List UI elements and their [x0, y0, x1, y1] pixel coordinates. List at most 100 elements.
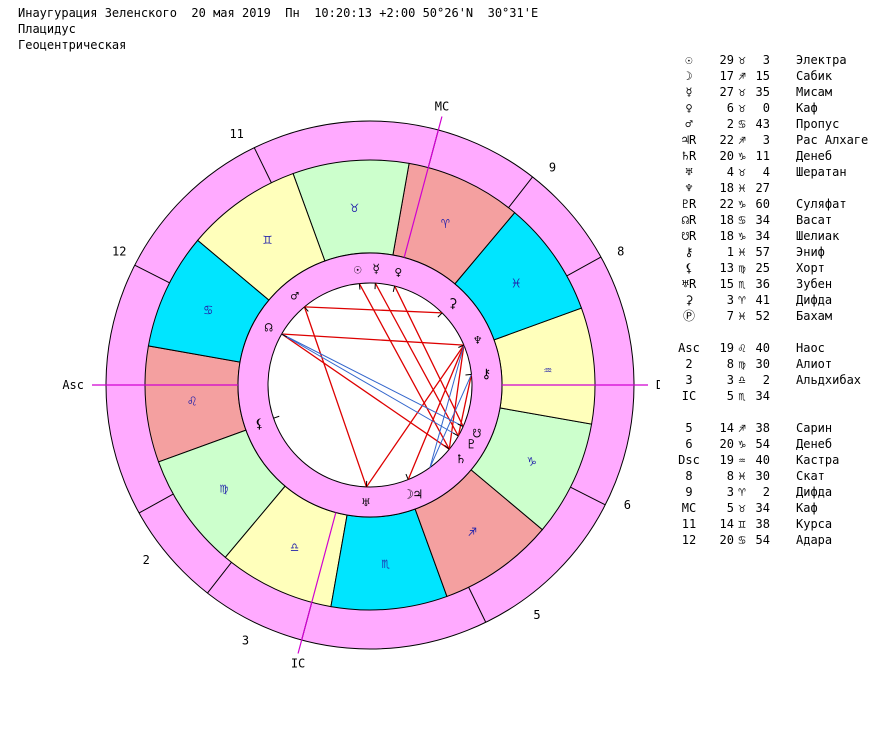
row-minutes: 4 — [762, 165, 770, 179]
row-degree: 13 — [719, 261, 734, 275]
row-degree: 7 — [726, 309, 734, 323]
row-minutes: 3 — [762, 53, 770, 67]
row-degree: 5 — [726, 501, 734, 515]
row-symbol: ☽ — [685, 69, 693, 83]
table-row: ⚷ 1 ♓ 57 Эниф — [668, 244, 895, 260]
row-sign: ♑ — [738, 437, 746, 451]
row-sign: ♈ — [738, 293, 746, 307]
row-minutes: 54 — [755, 437, 770, 451]
table-row: ♇R 22 ♑ 60 Суляфат — [668, 196, 895, 212]
row-symbol: ♆ — [685, 181, 693, 195]
planet-moon-jupiter-icon: ☽♃ — [406, 487, 422, 502]
row-symbol: ♄R — [681, 149, 697, 163]
row-symbol: ♂ — [685, 117, 693, 131]
row-sign: ♋ — [738, 213, 746, 227]
row-symbol: ♀ — [685, 101, 693, 115]
row-degree: 14 — [719, 421, 734, 435]
row-degree: 18 — [719, 213, 734, 227]
row-sign: ♋ — [738, 533, 746, 547]
table-row: ♂ 2 ♋ 43 Пропус — [668, 116, 895, 132]
row-minutes: 38 — [755, 517, 770, 531]
table-gap — [668, 324, 895, 340]
row-symbol: Dsc — [678, 453, 700, 467]
row-minutes: 34 — [755, 501, 770, 515]
table-row: ⚸ 13 ♍ 25 Хорт — [668, 260, 895, 276]
row-sign: ♏ — [738, 389, 746, 403]
row-symbol: 9 — [685, 485, 693, 499]
sign-glyph-capricorn: ♑ — [528, 453, 537, 469]
row-symbol: 6 — [685, 437, 693, 451]
sign-glyph-pisces: ♓ — [512, 276, 520, 292]
row-minutes: 2 — [762, 485, 770, 499]
row-fixed-star: Дифда — [796, 485, 833, 499]
row-symbol: ⚷ — [684, 245, 694, 259]
planet-venus-icon: ♀ — [394, 265, 402, 280]
row-degree: 27 — [719, 85, 734, 99]
row-degree: 29 — [719, 53, 734, 67]
row-fixed-star: Васат — [796, 213, 833, 227]
sign-glyph-gemini: ♊ — [263, 232, 272, 248]
row-sign: ♓ — [738, 245, 746, 259]
row-sign: ♒ — [738, 453, 746, 467]
row-fixed-star: Бахам — [796, 309, 833, 323]
table-row: ☿ 27 ♉ 35 Мисам — [668, 84, 895, 100]
row-sign: ♉ — [738, 101, 746, 115]
row-minutes: 41 — [755, 293, 770, 307]
planet-sun-icon: ☉ — [354, 263, 362, 278]
ic-label: IC — [291, 657, 305, 671]
row-sign: ♐ — [738, 133, 746, 147]
row-fixed-star: Суляфат — [796, 197, 847, 211]
row-symbol: ♅ — [685, 165, 693, 179]
row-fixed-star: Шелиак — [796, 229, 840, 243]
row-sign: ♊ — [738, 517, 746, 531]
row-sign: ♍ — [738, 357, 746, 371]
row-fixed-star: Электра — [796, 53, 847, 67]
row-symbol: ♅R — [681, 277, 697, 291]
table-row: 3 3 ♎ 2 Альдхибах — [668, 372, 895, 388]
row-fixed-star: Хорт — [796, 261, 825, 275]
row-minutes: 30 — [755, 469, 770, 483]
row-minutes: 2 — [762, 373, 770, 387]
table-row: IC 5 ♏ 34 — [668, 388, 895, 404]
row-degree: 15 — [719, 277, 734, 291]
dsc-label: Dsc — [656, 378, 660, 392]
row-symbol: ♇R — [681, 197, 697, 211]
row-degree: 20 — [719, 149, 734, 163]
row-sign: ♉ — [738, 85, 746, 99]
table-row: 8 8 ♓ 30 Скат — [668, 468, 895, 484]
table-row: ☋R 18 ♑ 34 Шелиак — [668, 228, 895, 244]
row-minutes: 52 — [755, 309, 770, 323]
row-minutes: 40 — [755, 341, 770, 355]
table-row: 2 8 ♍ 30 Алиот — [668, 356, 895, 372]
row-symbol: IC — [681, 389, 697, 403]
row-symbol: ⚸ — [684, 261, 694, 275]
sign-glyph-leo: ♌ — [188, 394, 197, 410]
asc-label: Asc — [62, 378, 84, 392]
table-row: Ⓟ 7 ♓ 52 Бахам — [668, 308, 895, 324]
row-degree: 19 — [719, 453, 734, 467]
row-sign: ♐ — [738, 421, 746, 435]
house-label-12: 12 — [112, 245, 126, 259]
row-fixed-star: Шератан — [796, 165, 847, 179]
row-sign: ♑ — [738, 229, 746, 243]
sign-glyph-aquarius: ♒ — [544, 362, 552, 378]
house-label-2: 2 — [143, 553, 150, 567]
row-minutes: 36 — [755, 277, 770, 291]
row-fixed-star: Денеб — [796, 437, 833, 451]
row-degree: 22 — [719, 133, 734, 147]
table-row: ♄R 20 ♑ 11 Денеб — [668, 148, 895, 164]
row-fixed-star: Мисам — [796, 85, 833, 99]
row-minutes: 34 — [755, 213, 770, 227]
row-degree: 20 — [719, 533, 734, 547]
row-minutes: 38 — [755, 421, 770, 435]
row-minutes: 34 — [755, 389, 770, 403]
row-symbol: 12 — [681, 533, 697, 547]
row-fixed-star: Сарин — [796, 421, 833, 435]
row-minutes: 3 — [762, 133, 770, 147]
row-minutes: 11 — [755, 149, 770, 163]
row-degree: 8 — [726, 357, 734, 371]
sign-glyph-virgo: ♍ — [220, 480, 228, 496]
planet-mercury-icon: ☿ — [372, 262, 380, 277]
row-degree: 2 — [726, 117, 734, 131]
row-symbol: 5 — [685, 421, 693, 435]
